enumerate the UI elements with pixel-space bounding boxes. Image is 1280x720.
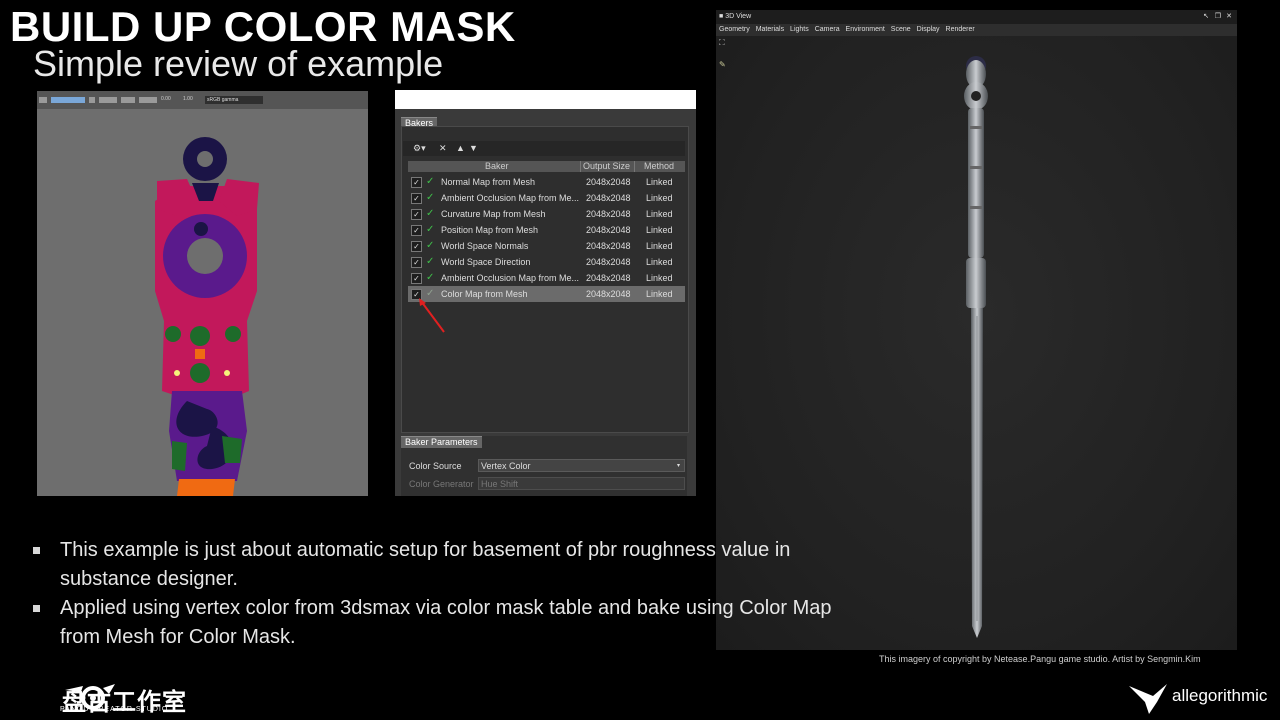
mask-region-green	[190, 326, 210, 346]
3d-view-titlebar: ■ 3D View ↖ ❐ ✕	[716, 10, 1237, 24]
menu-environment[interactable]: Environment	[846, 26, 885, 33]
allegorithmic-logo-text: allegorithmic	[1172, 686, 1268, 705]
bullet-marker	[33, 605, 40, 612]
arrow-to-checkbox	[420, 300, 445, 333]
allegorithmic-logo-icon	[1129, 684, 1167, 714]
menu-scene[interactable]: Scene	[891, 26, 911, 33]
color-source-dropdown[interactable]: Vertex Color ▾	[478, 459, 685, 472]
menu-geometry[interactable]: Geometry	[719, 26, 750, 33]
color-generator-value: Hue Shift	[481, 479, 519, 489]
close-icon[interactable]: ✕	[1226, 10, 1232, 24]
menu-materials[interactable]: Materials	[756, 26, 784, 33]
chevron-down-icon: ▾	[676, 463, 680, 469]
menu-lights[interactable]: Lights	[790, 26, 809, 33]
mask-region-orange	[177, 479, 235, 496]
mask-hole	[197, 151, 213, 167]
menu-renderer[interactable]: Renderer	[946, 26, 975, 33]
3d-view-title: 3D View	[725, 13, 752, 20]
color-mask-texture	[155, 137, 259, 496]
pangu-logo-subtitle: PANGU CREATOR STUDIO	[60, 706, 169, 713]
color-generator-field[interactable]: Hue Shift	[478, 477, 685, 490]
slide-subtitle: Simple review of example	[33, 43, 444, 84]
cube-icon: ■	[719, 13, 724, 20]
bullet-marker	[33, 547, 40, 554]
restore-icon[interactable]: ❐	[1215, 10, 1221, 24]
color-source-label: Color Source	[409, 461, 462, 471]
3d-view-menubar: Geometry Materials Lights Camera Environ…	[716, 24, 1237, 36]
menu-camera[interactable]: Camera	[815, 26, 840, 33]
color-source-value: Vertex Color	[481, 461, 531, 471]
baker-parameters-tab[interactable]: Baker Parameters	[401, 436, 482, 448]
menu-display[interactable]: Display	[917, 26, 940, 33]
sword-handle	[968, 108, 984, 258]
bullet-text: This example is just about automatic set…	[60, 539, 791, 590]
bullet-text: Applied using vertex color from 3dsmax v…	[60, 597, 832, 648]
pin-icon[interactable]: ↖	[1203, 10, 1209, 24]
copyright-notice: This imagery of copyright by Netease.Pan…	[879, 654, 1201, 664]
mask-region-yellow	[174, 370, 180, 376]
sword-guard	[966, 258, 986, 308]
color-generator-label: Color Generator	[409, 479, 474, 489]
color-mask-view: 0.00 1.00 sRGB gamma	[37, 91, 368, 496]
bakers-panel: Bakers ⚙▾ ✕ ▲ ▼ Baker Output Size Method…	[395, 90, 696, 496]
